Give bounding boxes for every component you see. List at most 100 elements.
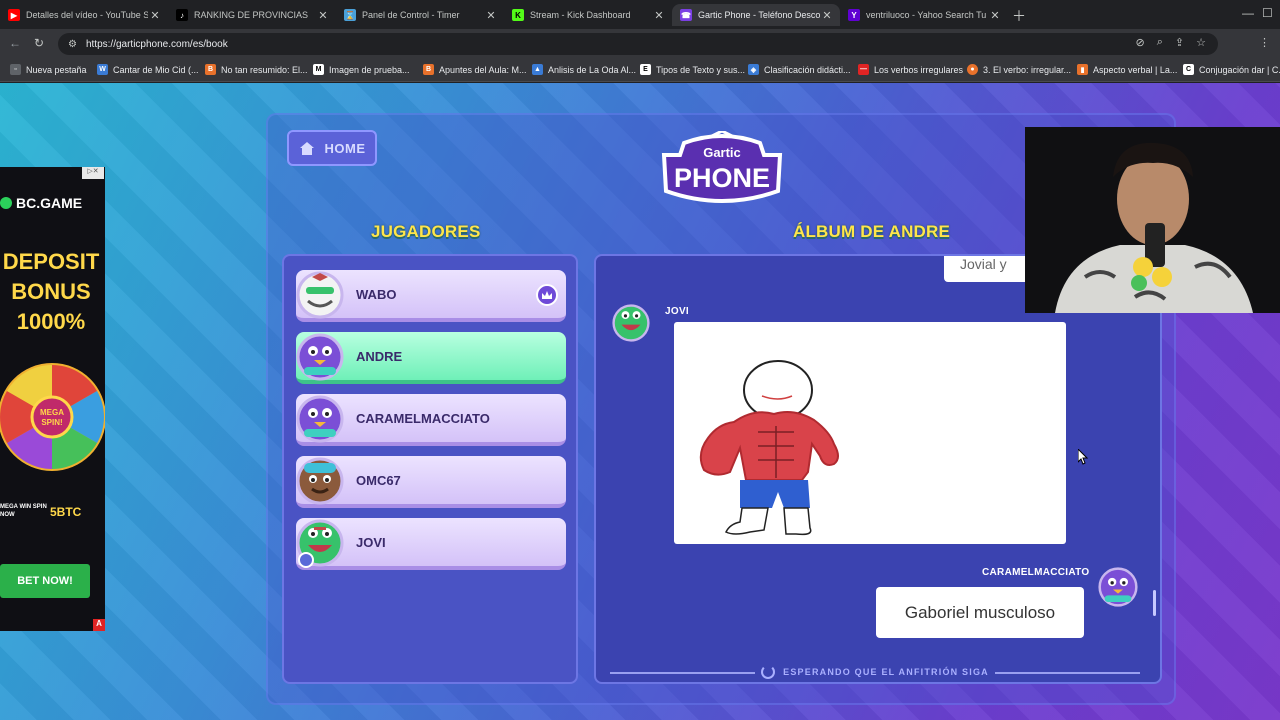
tab-ranking[interactable]: ♪ RANKING DE PROVINCIAS ✕	[168, 4, 336, 26]
album-scrollbar[interactable]	[1153, 590, 1156, 616]
player-card[interactable]: WABO	[296, 270, 566, 322]
bookmark-item[interactable]: C Conjugación dar | C...	[1183, 64, 1280, 75]
close-icon[interactable]: ✕	[820, 9, 834, 22]
drawing-author: JOVI	[665, 306, 689, 317]
new-tab-button[interactable]: ＋	[1012, 6, 1026, 26]
mouse-cursor-icon	[1078, 449, 1088, 465]
tab-timer[interactable]: ⌛ Panel de Control - Timer ✕	[336, 4, 504, 26]
folder-icon: ▫	[10, 64, 21, 75]
drawing-card	[674, 322, 1066, 544]
player-card[interactable]: ANDRE	[296, 332, 566, 384]
bet-now-button[interactable]: BET NOW!	[0, 564, 90, 598]
bookmark-item[interactable]: M Imagen de prueba...	[313, 64, 410, 75]
page-icon: ▲	[532, 64, 543, 75]
avatar	[1098, 567, 1138, 607]
loading-spinner-icon	[761, 665, 776, 679]
tab-youtube[interactable]: ▶ Detalles del vídeo - YouTube St ✕	[0, 4, 168, 26]
svg-text:Gartic: Gartic	[703, 145, 741, 160]
home-button[interactable]: HOME	[287, 130, 377, 166]
avatar	[296, 271, 344, 319]
browser-tab-strip: ▶ Detalles del vídeo - YouTube St ✕ ♪ RA…	[0, 0, 1280, 29]
bookmark-item[interactable]: B Apuntes del Aula: M...	[423, 64, 527, 75]
album-title: ÁLBUM DE ANDRE	[793, 222, 951, 241]
bcgame-logo-icon	[0, 197, 12, 209]
back-icon[interactable]: ←	[9, 36, 21, 50]
ad-marker-icon: A	[93, 619, 105, 631]
svg-text:MEGA: MEGA	[40, 408, 64, 417]
page-icon: W	[97, 64, 108, 75]
previous-message-bubble: Jovial y	[944, 256, 1034, 282]
streamer-webcam-image	[1025, 127, 1280, 313]
ad-promo-text: MEGA WIN SPIN NOW	[0, 504, 47, 518]
blogger-icon: B	[205, 64, 216, 75]
ad-choices-icon[interactable]: ▷✕	[82, 167, 104, 179]
bookmark-item[interactable]: ▲ Anlisis de La Oda Al...	[532, 64, 636, 75]
minimize-button[interactable]: —	[1242, 6, 1254, 20]
bookmark-item[interactable]: B No tan resumido: El...	[205, 64, 308, 75]
waiting-status: ESPERANDO QUE EL ANFITRIÓN SIGA	[610, 662, 1140, 682]
page-icon: C	[1183, 64, 1194, 75]
avatar	[296, 457, 344, 505]
bookmark-item[interactable]: ● 3. El verbo: irregular...	[967, 64, 1071, 75]
zoom-icon[interactable]: ⌕	[1157, 36, 1163, 49]
share-icon[interactable]: ⇪	[1175, 36, 1184, 49]
bookmark-item[interactable]: — Los verbos irregulares	[858, 64, 963, 75]
player-card[interactable]: OMC67	[296, 456, 566, 508]
bookmark-item[interactable]: ▫ Nueva pestaña	[10, 64, 87, 75]
close-icon[interactable]: ✕	[316, 9, 330, 22]
bookmarks-bar: ▫ Nueva pestaña W Cantar de Mio Cid (... B…	[0, 59, 1280, 82]
tab-yahoo[interactable]: Y ventriluoco - Yahoo Search Tu ✕	[840, 4, 1008, 26]
bookmark-item[interactable]: ▮ Aspecto verbal | La...	[1077, 64, 1177, 75]
players-panel: WABO ANDRE CARAMELMACCIATO OMC67 JOVI	[282, 254, 578, 684]
tracking-off-icon[interactable]: ⊘	[1136, 36, 1145, 49]
yahoo-icon: Y	[848, 9, 860, 21]
prize-wheel-icon: MEGA SPIN!	[0, 363, 105, 471]
maximize-button[interactable]: ☐	[1262, 6, 1273, 20]
svg-text:SPIN!: SPIN!	[41, 418, 62, 427]
ad-brand: BC.GAME	[0, 195, 82, 211]
youtube-icon: ▶	[8, 9, 20, 21]
close-icon[interactable]: ✕	[988, 9, 1002, 22]
reload-icon[interactable]: ↻	[34, 36, 44, 50]
guess-author: CARAMELMACCIATO	[982, 567, 1090, 578]
muscular-man-drawing	[699, 360, 839, 536]
tab-gartic[interactable]: ☎ Gartic Phone - Teléfono Descon ✕	[672, 4, 840, 26]
crown-icon	[536, 284, 558, 306]
bookmark-item[interactable]: W Cantar de Mio Cid (...	[97, 64, 199, 75]
album-panel: Jovial y JOVI CARAMELMACCIATO Gaboriel m…	[594, 254, 1162, 684]
ad-headline: DEPOSIT BONUS 1000%	[2, 249, 100, 334]
player-card[interactable]: CARAMELMACCIATO	[296, 394, 566, 446]
bookmark-item[interactable]: E Tipos de Texto y sus...	[640, 64, 745, 75]
browser-toolbar: ← ↻ ⚙ https://garticphone.com/es/book ⊘ …	[0, 29, 1280, 59]
gartic-icon: ☎	[680, 9, 692, 21]
page-icon: ●	[967, 64, 978, 75]
bcgame-ad[interactable]: ▷✕ BC.GAME DEPOSIT BONUS 1000% MEGA SPIN…	[0, 167, 105, 631]
tab-kick[interactable]: K Stream - Kick Dashboard ✕	[504, 4, 672, 26]
svg-text:PHONE: PHONE	[674, 163, 770, 193]
gartic-page: HOME Gartic PHONE JUGADORES ÁLBUM DE AND…	[0, 83, 1280, 720]
home-icon	[299, 141, 315, 156]
page-icon: E	[640, 64, 651, 75]
close-icon[interactable]: ✕	[652, 9, 666, 22]
kick-icon: K	[512, 9, 524, 21]
site-settings-icon[interactable]: ⚙	[68, 39, 77, 50]
bookmark-star-icon[interactable]: ☆	[1196, 36, 1206, 49]
bookmark-item[interactable]: ◈ Clasificación didácti...	[748, 64, 851, 75]
profile-icon[interactable]: ⋮	[1259, 36, 1270, 49]
user-icon	[298, 552, 314, 568]
player-card[interactable]: JOVI	[296, 518, 566, 570]
gartic-phone-logo: Gartic PHONE	[661, 131, 783, 203]
close-icon[interactable]: ✕	[484, 9, 498, 22]
avatar	[296, 395, 344, 443]
tiktok-icon: ♪	[176, 9, 188, 21]
address-bar[interactable]: ⚙ https://garticphone.com/es/book ⊘ ⌕ ⇪ …	[58, 33, 1218, 55]
players-title: JUGADORES	[371, 222, 481, 241]
timer-icon: ⌛	[344, 9, 356, 21]
webcam-overlay	[1025, 127, 1280, 313]
page-icon: —	[858, 64, 869, 75]
guess-bubble: Gaboriel musculoso	[876, 587, 1084, 638]
avatar	[296, 333, 344, 381]
page-icon: ◈	[748, 64, 759, 75]
close-icon[interactable]: ✕	[148, 9, 162, 22]
ad-coin-text: 5BTC	[50, 505, 82, 519]
